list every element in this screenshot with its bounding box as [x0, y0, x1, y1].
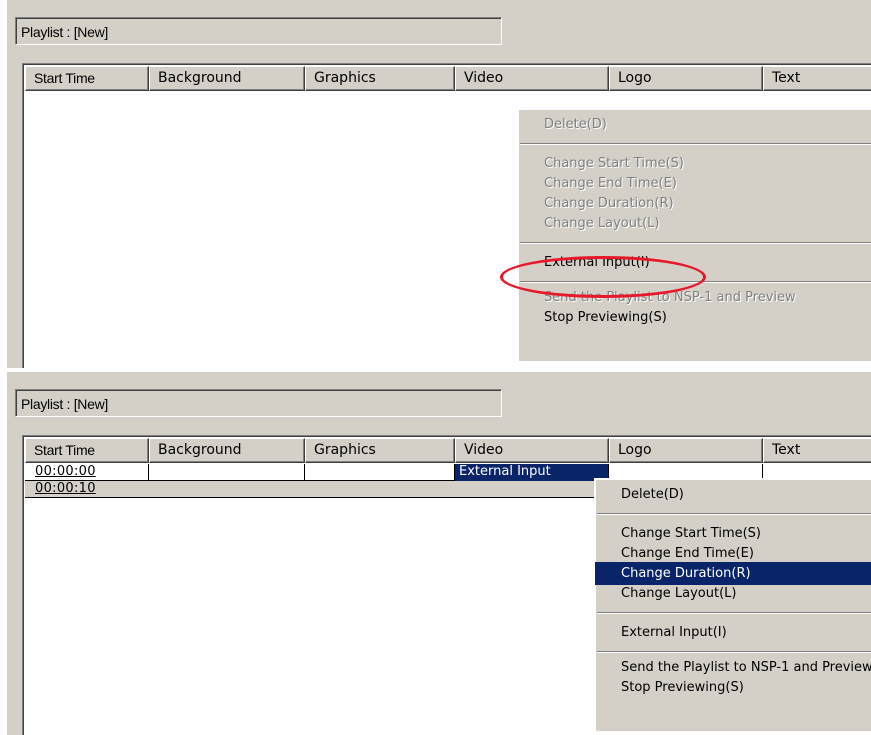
menu-separator	[597, 612, 871, 614]
menu-item-delete[interactable]: Delete(D)	[595, 483, 871, 506]
menu-item-change-layout: Change Layout(L)	[544, 216, 660, 231]
playlist-panel-top: Playlist : [New] Start Time Background G…	[0, 0, 871, 368]
column-header-start-time[interactable]: Start Time	[25, 438, 149, 463]
menu-item-stop-previewing[interactable]: Stop Previewing(S)	[595, 676, 871, 699]
menu-separator	[597, 513, 871, 515]
playlist-title: Playlist : [New]	[15, 389, 502, 417]
start-time-value: 00:00:00	[35, 464, 96, 479]
column-header-logo[interactable]: Logo	[609, 438, 763, 463]
table-header: Start Time Background Graphics Video Log…	[25, 438, 871, 463]
context-menu: Delete(D) Change Start Time(S) Change En…	[594, 478, 871, 731]
column-header-video[interactable]: Video	[455, 438, 609, 463]
menu-item-change-layout[interactable]: Change Layout(L)	[595, 582, 871, 605]
menu-separator	[597, 651, 871, 653]
menu-item-external-input[interactable]: External Input(I)	[595, 621, 871, 644]
cell-background[interactable]	[149, 464, 305, 481]
cell-video[interactable]: External Input	[455, 464, 609, 481]
column-header-video[interactable]: Video	[455, 66, 609, 91]
menu-separator	[520, 143, 871, 145]
start-time-value: 00:00:10	[35, 481, 96, 496]
playlist-title: Playlist : [New]	[15, 17, 502, 45]
menu-item-external-input[interactable]: External Input(I)	[518, 251, 871, 274]
column-header-logo[interactable]: Logo	[609, 66, 763, 91]
column-header-text[interactable]: Text	[763, 66, 871, 91]
column-header-graphics[interactable]: Graphics	[305, 66, 455, 91]
playlist-panel-bottom: Playlist : [New] Start Time Background G…	[0, 372, 871, 735]
cell-graphics[interactable]	[305, 464, 455, 481]
menu-item-stop-previewing[interactable]: Stop Previewing(S)	[518, 306, 871, 329]
context-menu: Delete(D) Change Start Time(S) Change En…	[517, 108, 871, 361]
column-header-start-time[interactable]: Start Time	[25, 66, 149, 91]
cell-start-time[interactable]: 00:00:00	[25, 464, 149, 481]
cell-start-time[interactable]: 00:00:10	[25, 481, 149, 498]
column-header-background[interactable]: Background	[149, 438, 305, 463]
table-header: Start Time Background Graphics Video Log…	[25, 66, 871, 91]
column-header-graphics[interactable]: Graphics	[305, 438, 455, 463]
menu-separator	[520, 281, 871, 283]
menu-item-delete: Delete(D)	[544, 117, 607, 132]
column-header-text[interactable]: Text	[763, 438, 871, 463]
column-header-background[interactable]: Background	[149, 66, 305, 91]
menu-separator	[520, 242, 871, 244]
